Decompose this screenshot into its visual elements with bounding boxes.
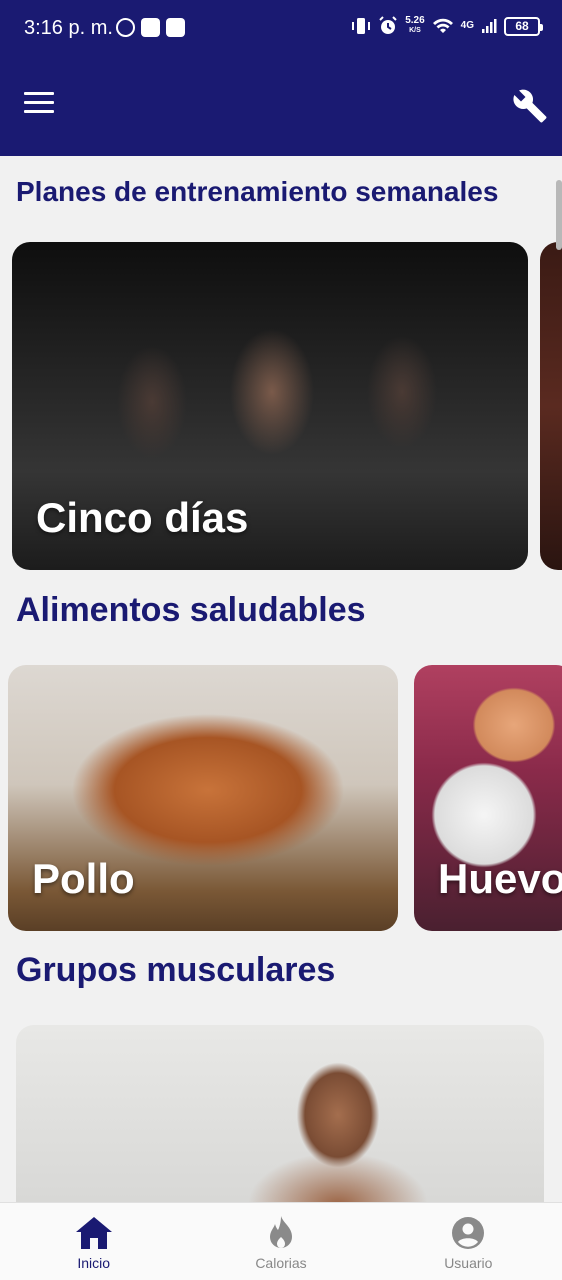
nav-label: Usuario [444, 1255, 493, 1271]
card-label: Pollo [32, 855, 135, 902]
hamburger-menu-icon [24, 92, 54, 95]
nav-item-calorias[interactable]: Calorias [187, 1203, 374, 1280]
user-circle-icon [452, 1217, 485, 1249]
battery-icon: 68 [504, 16, 543, 36]
home-icon [75, 1217, 112, 1249]
section-title-plans: Planes de entrenamiento semanales [16, 176, 499, 207]
nav-label: Inicio [77, 1255, 110, 1271]
home-content[interactable]: Planes de entrenamiento semanales Cinco … [0, 156, 562, 1202]
app-notification-icon [166, 18, 185, 37]
status-bar: 3:16 p. m. 5.26 K/S 4G 68 [0, 0, 562, 56]
speed-unit: K/S [409, 27, 421, 34]
signal-icon [482, 19, 497, 33]
status-indicators: 5.26 K/S 4G 68 [351, 16, 543, 36]
speed-value: 5.26 [405, 15, 425, 26]
card-label: Huevo [438, 855, 562, 902]
nav-label: Calorias [255, 1255, 307, 1271]
news-app-icon [141, 18, 160, 37]
food-card-chicken[interactable]: Pollo [8, 665, 398, 931]
status-time: 3:16 p. m. [24, 17, 113, 39]
alarm-icon [379, 16, 397, 34]
app-bar: 3:16 p. m. 5.26 K/S 4G 68 [0, 0, 562, 156]
notification-icons [116, 18, 185, 37]
nav-item-inicio[interactable]: Inicio [0, 1203, 187, 1280]
plan-card-next[interactable] [540, 242, 562, 570]
bottom-navigation: Inicio Calorias Usuario [0, 1202, 562, 1280]
network-speed: 5.26 K/S [405, 16, 424, 36]
menu-button[interactable] [24, 92, 56, 120]
muscle-group-card[interactable] [16, 1025, 544, 1202]
section-title-foods: Alimentos saludables [16, 591, 366, 629]
plan-card-five-days[interactable]: Cinco días [12, 242, 528, 570]
nav-item-usuario[interactable]: Usuario [375, 1203, 562, 1280]
section-title-muscles: Grupos musculares [16, 951, 336, 989]
card-label: Cinco días [36, 494, 249, 541]
whatsapp-icon [116, 18, 135, 37]
food-card-egg[interactable]: Huevo [414, 665, 562, 931]
flame-icon [269, 1216, 292, 1248]
wrench-icon[interactable] [512, 88, 548, 124]
vibrate-icon [352, 18, 371, 34]
wifi-icon [432, 18, 453, 33]
scrollbar[interactable] [556, 180, 562, 250]
network-type: 4G [460, 20, 474, 31]
